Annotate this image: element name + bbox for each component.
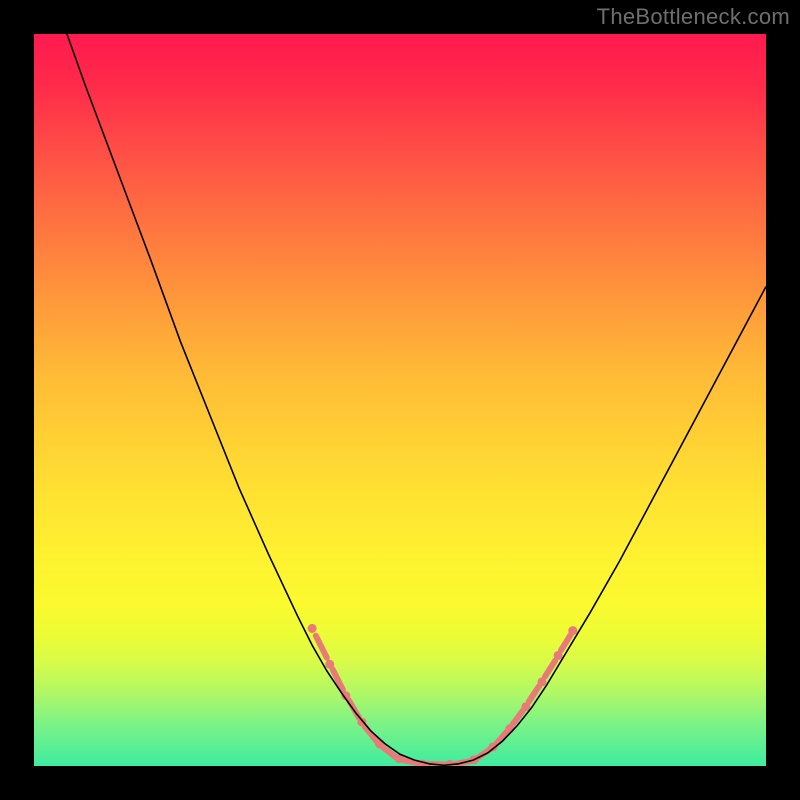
salmon-dot <box>538 677 547 686</box>
plot-area <box>34 34 766 766</box>
salmon-dash <box>382 747 395 757</box>
salmon-dot <box>568 626 577 635</box>
salmon-dot <box>505 724 514 733</box>
salmon-dash-group <box>316 635 571 765</box>
chart-frame: TheBottleneck.com <box>0 0 800 800</box>
watermark-text: TheBottleneck.com <box>597 4 790 30</box>
plot-svg <box>34 34 766 766</box>
bottleneck-curve <box>67 34 766 765</box>
salmon-dot <box>308 624 317 633</box>
salmon-dot <box>554 651 563 660</box>
salmon-dash <box>513 710 523 724</box>
salmon-dot <box>325 660 334 669</box>
